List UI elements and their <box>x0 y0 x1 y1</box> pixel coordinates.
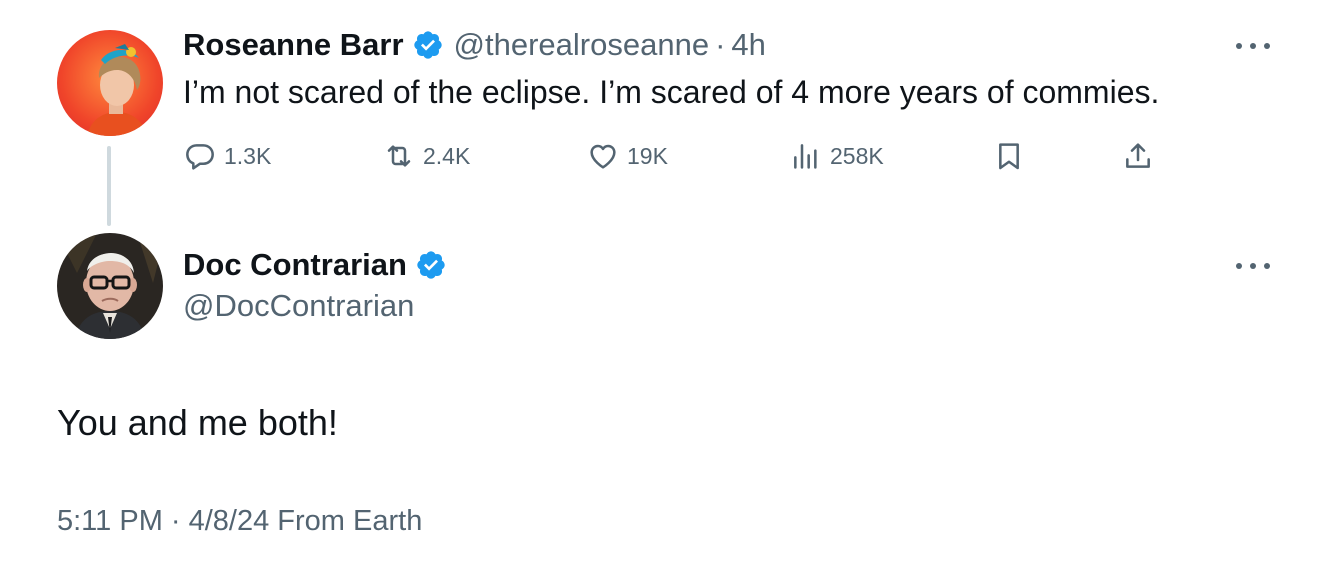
like-count: 19K <box>627 142 668 169</box>
reply-count: 1.3K <box>224 142 272 169</box>
like-button[interactable]: 19K <box>587 136 668 176</box>
author-handle[interactable]: @therealroseanne <box>454 27 710 63</box>
tweet-meta-timestamp[interactable]: 5:11 PM · 4/8/24 From Earth <box>57 505 422 538</box>
verified-badge-icon <box>412 29 444 61</box>
reply-tweet-text: You and me both! <box>57 402 338 443</box>
thread-connector-line <box>107 146 111 226</box>
share-icon <box>1122 140 1154 172</box>
retweet-count: 2.4K <box>423 142 471 169</box>
author-name[interactable]: Roseanne Barr <box>183 27 404 63</box>
parent-tweet-header: Roseanne Barr @therealroseanne · 4h <box>183 22 766 68</box>
views-button[interactable]: 258K <box>790 136 884 176</box>
like-icon <box>587 140 619 172</box>
reply-tweet-header: Doc Contrarian <box>183 242 447 288</box>
views-count: 258K <box>830 142 884 169</box>
reply-author-name[interactable]: Doc Contrarian <box>183 247 407 283</box>
more-options-icon[interactable] <box>1236 259 1270 273</box>
more-options-icon[interactable] <box>1236 39 1270 53</box>
parent-tweet-text: I’m not scared of the eclipse. I’m scare… <box>183 74 1160 110</box>
verified-badge-icon <box>415 249 447 281</box>
views-icon <box>790 140 822 172</box>
reply-button[interactable]: 1.3K <box>184 136 271 176</box>
bookmark-button[interactable] <box>993 136 1025 176</box>
retweet-icon <box>383 140 415 172</box>
separator-dot: · <box>715 27 726 62</box>
share-button[interactable] <box>1122 136 1154 176</box>
doc-contrarian-avatar[interactable] <box>57 233 163 339</box>
tweet-timestamp[interactable]: 4h <box>731 27 765 63</box>
retweet-button[interactable]: 2.4K <box>383 136 470 176</box>
roseanne-avatar[interactable] <box>57 30 163 136</box>
bookmark-icon <box>993 140 1025 172</box>
reply-author-handle[interactable]: @DocContrarian <box>183 288 414 324</box>
reply-icon <box>184 140 216 172</box>
